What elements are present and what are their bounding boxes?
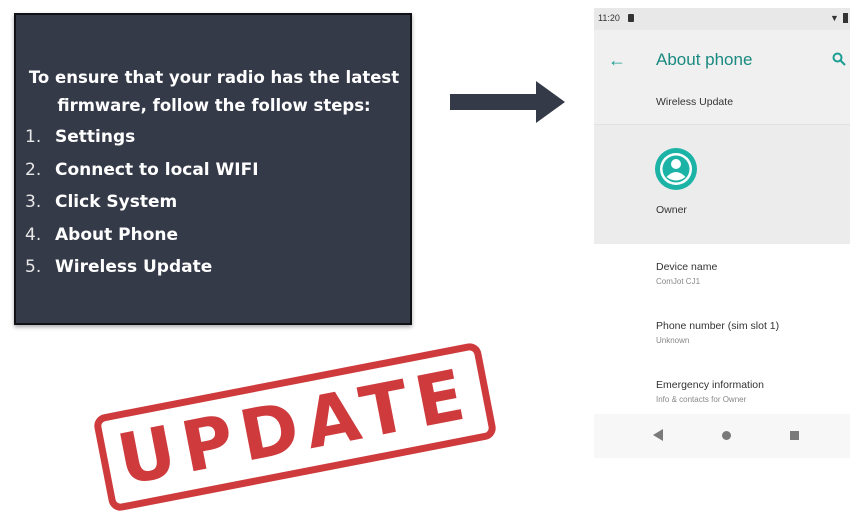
status-bar: 11:20 ▼ [594,8,850,30]
heading-line-2: firmware, follow the follow steps: [57,96,371,115]
nav-recents-icon[interactable] [790,431,799,440]
nav-bar [594,414,850,458]
step-number: 4. [25,224,42,245]
item-title: Emergency information [656,379,764,391]
instructions-panel: To ensure that your radio has the latest… [14,13,412,325]
step-number: 5. [25,257,42,278]
step-item: 1. Settings [25,123,259,156]
update-stamp: UPDATE [92,341,498,513]
nav-back-icon[interactable] [652,428,664,442]
step-text: Wireless Update [55,257,213,278]
steps-list: 1. Settings 2. Connect to local WIFI 3. Cli… [25,123,259,286]
item-subtitle: ComJot CJ1 [656,277,701,286]
wireless-update-row[interactable]: Wireless Update [594,96,850,125]
step-number: 1. [25,127,42,147]
step-item: 5. Wireless Update [25,253,259,286]
phone-number-item[interactable]: Phone number (sim slot 1) Unknown [656,319,779,347]
stamp-text: UPDATE [111,352,479,502]
step-number: 3. [25,192,42,213]
heading-line-1: To ensure that your radio has the latest [28,68,400,87]
wifi-icon: ▼ [830,13,839,23]
step-text: Click System [55,192,178,213]
step-text: Settings [55,127,136,147]
step-item: 3. Click System [25,188,259,221]
arrow-right-icon [450,81,565,123]
sim-icon [628,14,634,22]
owner-card[interactable]: Owner [594,125,850,244]
back-arrow-icon[interactable]: ← [608,50,626,70]
item-subtitle: Info & contacts for Owner [656,395,747,404]
item-title: Device name [656,261,718,273]
app-bar: ← About phone [594,30,850,96]
instructions-heading: To ensure that your radio has the latest… [24,64,404,120]
step-text: Connect to local WIFI [55,159,259,180]
item-title: Phone number (sim slot 1) [656,320,780,332]
nav-home-icon[interactable] [722,431,731,440]
step-text: About Phone [55,224,179,245]
step-item: 2. Connect to local WIFI [25,156,259,189]
item-subtitle: Unknown [656,336,690,345]
emergency-info-item[interactable]: Emergency information Info & contacts fo… [656,378,764,406]
wireless-update-label: Wireless Update [656,96,734,108]
search-icon[interactable] [832,52,846,66]
avatar-icon [655,148,697,190]
status-time: 11:20 [598,13,620,23]
device-name-item[interactable]: Device name ComJot CJ1 [656,260,717,288]
step-item: 4. About Phone [25,221,259,254]
step-number: 2. [25,159,42,180]
phone-screen: 11:20 ▼ ← About phone Wireless Update Ow… [594,8,850,458]
page-title: About phone [656,50,753,69]
owner-label: Owner [656,204,687,216]
battery-icon [843,13,848,23]
